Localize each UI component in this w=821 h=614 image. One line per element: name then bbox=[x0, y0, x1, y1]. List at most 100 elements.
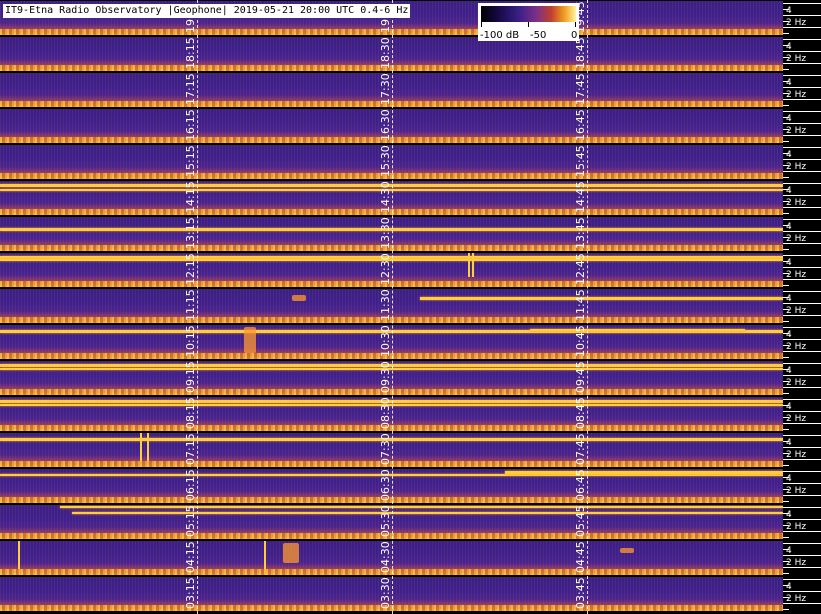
freq-label-lower: 2 Hz bbox=[786, 54, 807, 64]
freq-label-upper: 4 bbox=[786, 150, 792, 160]
time-label: 03:15 bbox=[184, 577, 197, 609]
time-label: 16:45 bbox=[574, 109, 587, 141]
freq-label-lower: 2 Hz bbox=[786, 378, 807, 388]
axis-tick bbox=[783, 147, 821, 148]
freq-label-lower: 2 Hz bbox=[786, 486, 807, 496]
freq-label-upper: 4 bbox=[786, 114, 792, 124]
axis-tick bbox=[783, 213, 789, 214]
frequency-axis: 4 2 Hz bbox=[783, 217, 821, 253]
spectrogram-viewer: 19: 19: 19:45 4 2 Hz 18:15 18:30 18:45 4 2 Hz 17:1… bbox=[0, 0, 821, 614]
frequency-axis: 4 2 Hz bbox=[783, 145, 821, 181]
freq-label-upper: 4 bbox=[786, 438, 792, 448]
colorbar-tick-max bbox=[575, 22, 576, 27]
freq-label-upper: 4 bbox=[786, 258, 792, 268]
time-label: 16:15 bbox=[184, 109, 197, 141]
freq-label-upper: 4 bbox=[786, 582, 792, 592]
signal-line bbox=[530, 329, 745, 331]
signal-blob bbox=[292, 295, 306, 301]
time-label: 04:30 bbox=[379, 541, 392, 573]
freq-label-upper: 4 bbox=[786, 294, 792, 304]
axis-tick bbox=[783, 363, 821, 364]
freq-label-lower: 2 Hz bbox=[786, 198, 807, 208]
time-label: 11:15 bbox=[184, 289, 197, 321]
freq-label-lower: 2 Hz bbox=[786, 234, 807, 244]
signal-blob bbox=[244, 327, 256, 353]
time-label: 13:30 bbox=[379, 217, 392, 249]
signal-burst bbox=[18, 541, 20, 575]
frequency-axis: 4 2 Hz bbox=[783, 469, 821, 505]
axis-tick bbox=[783, 183, 821, 184]
axis-tick bbox=[783, 537, 789, 538]
time-label: 10:30 bbox=[379, 325, 392, 357]
freq-label-upper: 4 bbox=[786, 546, 792, 556]
signal-burst bbox=[147, 433, 149, 461]
frequency-axis: 4 2 Hz bbox=[783, 181, 821, 217]
time-label: 07:30 bbox=[379, 433, 392, 465]
frequency-axis: 4 2 Hz bbox=[783, 433, 821, 469]
axis-tick bbox=[783, 321, 789, 322]
time-label: 11:30 bbox=[379, 289, 392, 321]
axis-tick bbox=[783, 357, 789, 358]
colorbar-tick-min bbox=[481, 22, 482, 27]
time-label: 09:45 bbox=[574, 361, 587, 393]
frequency-axis: 4 2 Hz bbox=[783, 361, 821, 397]
time-label: 18:45 bbox=[574, 37, 587, 69]
time-label: 04:45 bbox=[574, 541, 587, 573]
signal-line bbox=[60, 506, 783, 508]
time-label: 12:30 bbox=[379, 253, 392, 285]
freq-label-upper: 4 bbox=[786, 222, 792, 232]
axis-tick bbox=[783, 393, 789, 394]
freq-label-upper: 4 bbox=[786, 186, 792, 196]
axis-tick bbox=[783, 177, 789, 178]
freq-label-lower: 2 Hz bbox=[786, 522, 807, 532]
time-label: 10:45 bbox=[574, 325, 587, 357]
axis-tick bbox=[783, 507, 821, 508]
frequency-axis: 4 2 Hz bbox=[783, 73, 821, 109]
axis-tick bbox=[783, 573, 789, 574]
freq-label-lower: 2 Hz bbox=[786, 90, 807, 100]
time-label: 15:30 bbox=[379, 145, 392, 177]
freq-label-lower: 2 Hz bbox=[786, 306, 807, 316]
freq-label-lower: 2 Hz bbox=[786, 450, 807, 460]
signal-burst bbox=[140, 433, 142, 461]
time-label: 14:45 bbox=[574, 181, 587, 213]
signal-blob bbox=[620, 548, 634, 553]
axis-tick bbox=[783, 543, 821, 544]
signal-blob bbox=[283, 543, 299, 563]
time-label: 13:45 bbox=[574, 217, 587, 249]
axis-tick bbox=[783, 465, 789, 466]
time-label: 09:15 bbox=[184, 361, 197, 393]
time-label: 17:45 bbox=[574, 73, 587, 105]
axis-tick bbox=[783, 255, 821, 256]
time-label: 09:30 bbox=[379, 361, 392, 393]
freq-label-upper: 4 bbox=[786, 510, 792, 520]
freq-label-upper: 4 bbox=[786, 330, 792, 340]
colorbar-label-mid: -50 bbox=[530, 30, 547, 41]
freq-label-upper: 4 bbox=[786, 42, 792, 52]
time-label: 17:15 bbox=[184, 73, 197, 105]
observatory-title: IT9-Etna Radio Observatory |Geophone| 20… bbox=[3, 4, 411, 18]
time-label: 06:45 bbox=[574, 469, 587, 501]
frequency-axis: 4 2 Hz bbox=[783, 397, 821, 433]
axis-tick bbox=[783, 579, 821, 580]
time-label: 07:45 bbox=[574, 433, 587, 465]
colorbar-label-min: -100 dB bbox=[480, 30, 520, 41]
time-label: 07:15 bbox=[184, 433, 197, 465]
time-marker-line bbox=[197, 0, 198, 614]
axis-tick bbox=[783, 69, 789, 70]
freq-label-lower: 2 Hz bbox=[786, 342, 807, 352]
freq-label-upper: 4 bbox=[786, 78, 792, 88]
time-label: 12:45 bbox=[574, 253, 587, 285]
frequency-axis: 4 2 Hz bbox=[783, 109, 821, 145]
time-label: 10:15 bbox=[184, 325, 197, 357]
time-label: 08:15 bbox=[184, 397, 197, 429]
axis-tick bbox=[783, 219, 821, 220]
signal-line bbox=[420, 297, 783, 300]
axis-tick bbox=[783, 141, 789, 142]
time-label: 08:45 bbox=[574, 397, 587, 429]
freq-label-lower: 2 Hz bbox=[786, 126, 807, 136]
time-label: 05:15 bbox=[184, 505, 197, 537]
axis-tick bbox=[783, 435, 821, 436]
time-label: 17:30 bbox=[379, 73, 392, 105]
freq-label-lower: 2 Hz bbox=[786, 18, 807, 28]
